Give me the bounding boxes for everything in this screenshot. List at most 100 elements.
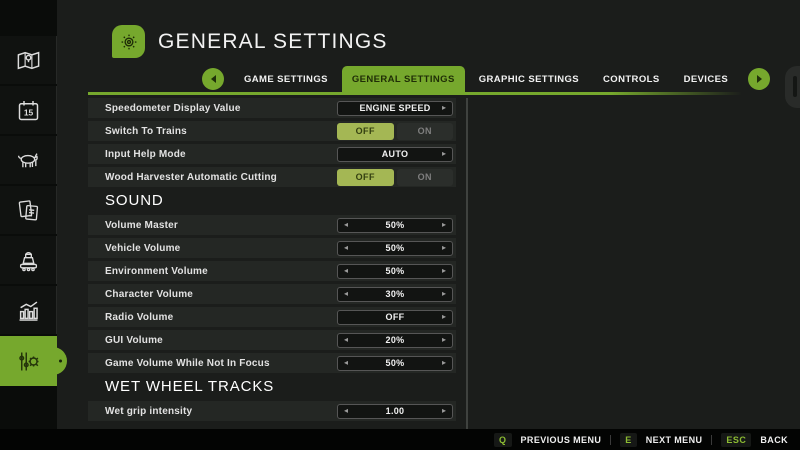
settings-row: Volume Master ◂ 50% ▸ [88,215,456,235]
row-label: Character Volume [105,288,194,300]
tab-game-settings[interactable]: GAME SETTINGS [234,66,338,92]
decrease-arrow-icon[interactable]: ◂ [342,407,350,415]
row-label: Game Volume While Not In Focus [105,357,270,369]
finances-icon [15,197,42,224]
hint-label: NEXT MENU [645,434,703,445]
increase-arrow-icon[interactable]: ▸ [440,150,448,158]
toggle-option-off[interactable]: OFF [337,168,394,186]
selector-value: AUTO [381,149,409,159]
sidebar-item-production[interactable] [0,236,57,284]
row-label: Wet grip intensity [105,405,193,417]
sidebar-item-statistics[interactable] [0,286,57,334]
animals-icon [15,147,42,174]
row-label: Wood Harvester Automatic Cutting [105,171,277,183]
section-heading: WET WHEEL TRACKS [105,378,275,395]
key-hint-q: Q [494,432,512,447]
tab-graphic-settings[interactable]: GRAPHIC SETTINGS [469,66,589,92]
settings-row: Speedometer Display Value◂ENGINE SPEED▸ [88,98,456,118]
toggle-option-off[interactable]: OFF [337,122,394,140]
row-label: GUI Volume [105,334,163,346]
value-selector[interactable]: ◂ 50% ▸ [337,263,453,279]
section-heading: SOUND [105,192,164,209]
sidebar-item-finances[interactable] [0,186,57,234]
selector-value: 50% [385,220,405,230]
arrow-right-icon [756,75,762,83]
increase-arrow-icon[interactable]: ▸ [440,407,448,415]
value-selector[interactable]: ◂OFF▸ [337,309,453,325]
value-selector[interactable]: ◂ 20% ▸ [337,332,453,348]
selector-value: 30% [385,289,405,299]
key-hint-esc: ESC [721,432,752,447]
settings-row: Character Volume ◂ 30% ▸ [88,284,456,304]
footer-bar: Q PREVIOUS MENU E NEXT MENU ESC BACK [0,429,800,450]
toggle-option-on[interactable]: ON [396,168,453,186]
settings-row: Environment Volume ◂ 50% ▸ [88,261,456,281]
selector-value: 50% [385,243,405,253]
increase-arrow-icon[interactable]: ▸ [440,267,448,275]
settings-row: Vehicle Volume ◂ 50% ▸ [88,238,456,258]
row-label: Volume Master [105,219,178,231]
row-label: Vehicle Volume [105,242,181,254]
row-label: Radio Volume [105,311,174,323]
toggle-control: OFF ON [337,122,453,140]
tab-general-settings[interactable]: GENERAL SETTINGS [341,66,465,92]
general-settings-screen: 15 GENERAL SETTINGS GAME SETTINGS GENERAL… [0,0,800,450]
selector-value: 1.00 [385,406,405,416]
value-selector[interactable]: ◂ 50% ▸ [337,355,453,371]
sidebar-item-settings[interactable] [0,336,67,386]
statistics-icon [15,297,42,324]
settings-list: Speedometer Display Value ◂ ENGINE SPEED ▸ S… [88,98,456,424]
production-icon [15,247,42,274]
row-label: Speedometer Display Value [105,102,241,114]
value-selector[interactable]: ◂ENGINE SPEED▸ [337,100,453,116]
decrease-arrow-icon[interactable]: ◂ [342,244,350,252]
increase-arrow-icon[interactable]: ▸ [440,104,448,112]
increase-arrow-icon[interactable]: ▸ [440,336,448,344]
settings-icon [15,348,42,375]
decrease-arrow-icon[interactable]: ◂ [342,336,350,344]
value-selector[interactable]: ◂ 1.00 ▸ [337,403,453,419]
calendar-icon: 15 [15,97,42,124]
increase-arrow-icon[interactable]: ▸ [440,221,448,229]
divider [711,434,713,445]
sidebar-item-map[interactable] [0,36,57,84]
increase-arrow-icon[interactable]: ▸ [440,290,448,298]
settings-row: Switch To Trains OFF ON [88,121,456,141]
settings-row: Input Help Mode◂AUTO▸ [88,144,456,164]
selector-value: ENGINE SPEED [359,103,431,113]
selector-value: 50% [385,266,405,276]
settings-row: Wood Harvester Automatic Cutting OFF ON [88,167,456,187]
decrease-arrow-icon[interactable]: ◂ [342,221,350,229]
increase-arrow-icon[interactable]: ▸ [440,244,448,252]
gear-icon [112,25,145,58]
page-title: GENERAL SETTINGS [158,29,388,53]
decrease-arrow-icon[interactable]: ◂ [342,267,350,275]
sidebar-item-calendar[interactable]: 15 [0,86,57,134]
key-hint-e: E [620,432,637,447]
tab-devices[interactable]: DEVICES [674,66,739,92]
hint-label: BACK [760,434,788,445]
settings-row: Game Volume While Not In Focus ◂ 50% ▸ [88,353,456,373]
tabs-next-button[interactable] [748,68,771,90]
settings-row: Radio Volume◂OFF▸ [88,307,456,327]
value-selector[interactable]: ◂ 50% ▸ [337,240,453,256]
selector-value: OFF [385,312,405,322]
increase-arrow-icon[interactable]: ▸ [440,313,448,321]
decrease-arrow-icon[interactable]: ◂ [342,290,350,298]
value-selector[interactable]: ◂ 50% ▸ [337,217,453,233]
row-label: Input Help Mode [105,148,186,160]
toggle-option-on[interactable]: ON [396,122,453,140]
sidebar: 15 [0,0,67,450]
selector-value: 20% [385,335,405,345]
tabs-prev-button[interactable] [202,68,224,90]
active-item-notch [52,347,67,375]
decrease-arrow-icon[interactable]: ◂ [342,359,350,367]
value-selector[interactable]: ◂AUTO▸ [337,146,453,162]
scrollbar[interactable] [466,98,468,438]
tab-controls[interactable]: CONTROLS [593,66,670,92]
increase-arrow-icon[interactable]: ▸ [440,359,448,367]
settings-row: Wet grip intensity ◂ 1.00 ▸ [88,401,456,421]
selector-value: 50% [385,358,405,368]
value-selector[interactable]: ◂ 30% ▸ [337,286,453,302]
sidebar-item-animals[interactable] [0,136,57,184]
